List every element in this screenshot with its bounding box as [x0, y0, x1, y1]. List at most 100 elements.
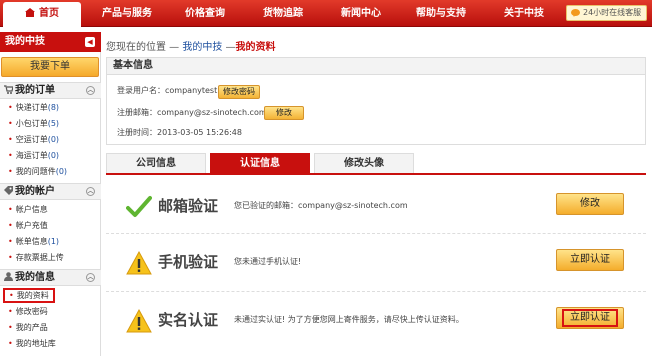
sidebar-item-count: (8): [47, 103, 60, 112]
sidebar-item-small-package-orders[interactable]: 小包订单(5): [8, 117, 59, 131]
verify-title: 邮箱验证: [158, 197, 219, 215]
user-icon: [4, 272, 13, 281]
sidebar-item-count: (0): [47, 151, 60, 160]
sidebar-item-count: (0): [47, 135, 60, 144]
nav-home[interactable]: 首页: [3, 2, 81, 27]
sidebar-item-deposit-upload[interactable]: 存款票据上传: [8, 251, 64, 265]
nav-help[interactable]: 帮助与支持: [397, 0, 485, 27]
collapse-up-icon[interactable]: ︿: [86, 86, 95, 95]
collapse-up-icon[interactable]: ︿: [86, 187, 95, 196]
collapse-up-icon[interactable]: ︿: [86, 273, 95, 282]
sidebar-item-label: 我的产品: [15, 323, 48, 332]
hotline-button[interactable]: 24小时在线客服: [566, 5, 647, 21]
divider: [106, 233, 646, 234]
sidebar-item-my-profile[interactable]: 我的资料: [3, 288, 55, 303]
email-value: company@sz-sinotech.com: [157, 108, 267, 117]
sidebar-item-count: (1): [47, 237, 60, 246]
username-label: 登录用户名：: [117, 86, 165, 95]
email-row: 注册邮箱：company@sz-sinotech.com: [117, 106, 267, 120]
sidebar-item-problem-parcels[interactable]: 我的问题件(0): [8, 165, 67, 179]
sidebar-item-label: 我的资料: [16, 291, 49, 300]
place-order-button[interactable]: 我要下单: [1, 57, 99, 77]
nav-products[interactable]: 产品与服务: [88, 0, 166, 27]
section-account[interactable]: 我的帐户 ︿: [0, 183, 101, 200]
breadcrumb: 您现在的位置 — 我的中技 —我的资料: [106, 38, 276, 53]
register-time-row: 注册时间：2013-03-05 15:26:48: [117, 126, 242, 140]
phone-verification-row: 手机验证 您未通过手机认证! 立即认证: [106, 236, 646, 292]
sidebar-item-address-book[interactable]: 我的地址库: [8, 337, 56, 351]
tag-icon: [4, 186, 13, 195]
section-info-label: 我的信息: [15, 272, 55, 283]
sidebar-item-label: 帐户充值: [15, 221, 48, 230]
verify-description: 您已验证的邮箱：company@sz-sinotech.com: [234, 201, 408, 210]
modify-email-button[interactable]: 修改: [264, 106, 304, 120]
sidebar-item-recharge[interactable]: 帐户充值: [8, 219, 48, 233]
nav-home-label: 首页: [39, 8, 59, 19]
username-value: companytest: [165, 86, 218, 95]
sidebar-item-change-password[interactable]: 修改密码: [8, 305, 48, 319]
sidebar-item-label: 帐户信息: [15, 205, 48, 214]
sidebar-item-count: (5): [47, 119, 60, 128]
sidebar-item-air-orders[interactable]: 空运订单(0): [8, 133, 59, 147]
nav-tracking[interactable]: 货物追踪: [244, 0, 322, 27]
sidebar-item-label: 海运订单: [15, 151, 48, 160]
sidebar-title: 我的中技 ◀: [0, 32, 101, 52]
nav-news[interactable]: 新闻中心: [322, 0, 400, 27]
nav-price[interactable]: 价格查询: [166, 0, 244, 27]
breadcrumb-link[interactable]: 我的中技: [182, 42, 222, 53]
sidebar-item-my-products[interactable]: 我的产品: [8, 321, 48, 335]
verify-now-button[interactable]: 立即认证: [556, 249, 624, 271]
basic-info-panel: 基本信息 登录用户名：companytest 修改密码 注册邮箱：company…: [106, 57, 646, 145]
warning-icon: [126, 250, 152, 275]
section-account-label: 我的帐户: [15, 186, 55, 197]
hotline-label: 24小时在线客服: [583, 8, 642, 17]
sidebar-item-label: 帐单信息: [15, 237, 48, 246]
top-nav: 首页 产品与服务 价格查询 货物追踪 新闻中心 帮助与支持 关于中技 24小时在…: [0, 0, 652, 27]
breadcrumb-prefix: 您现在的位置 —: [106, 42, 183, 53]
section-orders[interactable]: 我的订单 ︿: [0, 82, 101, 99]
nav-about[interactable]: 关于中技: [485, 0, 563, 27]
sidebar-item-count: (0): [55, 167, 68, 176]
divider: [106, 291, 646, 292]
cart-icon: [4, 85, 13, 94]
profile-tabs: 公司信息 认证信息 修改头像: [106, 153, 646, 175]
sidebar-item-label: 小包订单: [15, 119, 48, 128]
sidebar-item-billing[interactable]: 帐单信息(1): [8, 235, 59, 249]
sidebar-item-label: 空运订单: [15, 135, 48, 144]
identity-verification-row: 实名认证 未通过实认证! 为了方便您网上寄件服务，请尽快上传认证资料。 立即认证: [106, 294, 646, 350]
verify-now-button[interactable]: 立即认证: [556, 307, 624, 329]
verify-description: 您未通过手机认证!: [234, 257, 302, 266]
username-row: 登录用户名：companytest: [117, 84, 217, 98]
tab-change-avatar[interactable]: 修改头像: [314, 153, 414, 173]
verify-now-label: 立即认证: [562, 309, 618, 327]
checkmark-icon: [126, 196, 152, 217]
verify-title: 实名认证: [158, 311, 219, 329]
modify-button[interactable]: 修改: [556, 193, 624, 215]
sidebar-item-account-info[interactable]: 帐户信息: [8, 203, 48, 217]
tab-company-info[interactable]: 公司信息: [106, 153, 206, 173]
email-verification-row: 邮箱验证 您已验证的邮箱：company@sz-sinotech.com 修改: [106, 180, 646, 236]
sidebar-item-express-orders[interactable]: 快递订单(8): [8, 101, 59, 115]
tab-verification-info[interactable]: 认证信息: [210, 153, 310, 173]
basic-info-title: 基本信息: [107, 58, 645, 75]
warning-icon: [126, 308, 152, 333]
sidebar-title-label: 我的中技: [5, 36, 45, 47]
sidebar-item-label: 存款票据上传: [15, 253, 64, 262]
verify-description: 未通过实认证! 为了方便您网上寄件服务，请尽快上传认证资料。: [234, 315, 464, 324]
section-info[interactable]: 我的信息 ︿: [0, 269, 101, 286]
register-time-value: 2013-03-05 15:26:48: [157, 128, 242, 137]
email-label: 注册邮箱：: [117, 108, 157, 117]
sidebar-item-label: 修改密码: [15, 307, 48, 316]
sidebar-item-sea-orders[interactable]: 海运订单(0): [8, 149, 59, 163]
collapse-left-icon[interactable]: ◀: [85, 37, 95, 47]
sidebar: 我的中技 ◀ 我要下单 我的订单 ︿ 快递订单(8) 小包订单(5) 空运订单(…: [0, 32, 101, 356]
chat-icon: [571, 9, 580, 17]
section-orders-label: 我的订单: [15, 85, 55, 96]
verify-title: 手机验证: [158, 253, 219, 271]
breadcrumb-separator: —: [222, 42, 236, 53]
change-password-button[interactable]: 修改密码: [218, 85, 260, 99]
register-time-label: 注册时间：: [117, 128, 157, 137]
breadcrumb-current: 我的资料: [235, 42, 276, 53]
home-icon: [25, 8, 35, 17]
sidebar-item-label: 我的地址库: [15, 339, 56, 348]
